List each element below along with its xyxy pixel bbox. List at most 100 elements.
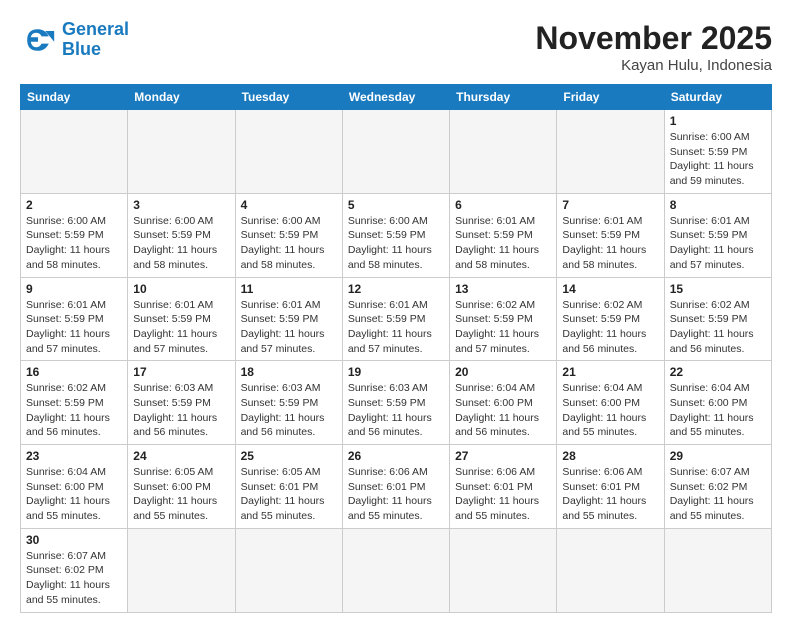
- day-cell: 28 Sunrise: 6:06 AM Sunset: 6:01 PM Dayli…: [557, 445, 664, 529]
- weekday-header-monday: Monday: [128, 85, 235, 110]
- day-info: Sunrise: 6:02 AM Sunset: 5:59 PM Dayligh…: [455, 298, 551, 357]
- logo-blue: Blue: [62, 39, 101, 59]
- day-number: 9: [26, 282, 122, 296]
- day-info: Sunrise: 6:00 AM Sunset: 5:59 PM Dayligh…: [348, 214, 444, 273]
- day-info: Sunrise: 6:00 AM Sunset: 5:59 PM Dayligh…: [241, 214, 337, 273]
- weekday-header-saturday: Saturday: [664, 85, 771, 110]
- week-row-5: 23 Sunrise: 6:04 AM Sunset: 6:00 PM Dayli…: [21, 445, 772, 529]
- day-info: Sunrise: 6:01 AM Sunset: 5:59 PM Dayligh…: [455, 214, 551, 273]
- day-cell: 19Sunrise: 6:03 AM Sunset: 5:59 PM Dayli…: [342, 361, 449, 445]
- day-cell: [342, 528, 449, 612]
- day-number: 17: [133, 365, 229, 379]
- logo-text: General Blue: [62, 20, 129, 60]
- day-cell: 26 Sunrise: 6:06 AM Sunset: 6:01 PM Dayli…: [342, 445, 449, 529]
- day-cell: 24 Sunrise: 6:05 AM Sunset: 6:00 PM Dayli…: [128, 445, 235, 529]
- day-cell: [21, 110, 128, 194]
- day-cell: 18Sunrise: 6:03 AM Sunset: 5:59 PM Dayli…: [235, 361, 342, 445]
- day-info: Sunrise: 6:04 AM Sunset: 6:00 PM Dayligh…: [670, 381, 766, 440]
- day-number: 6: [455, 198, 551, 212]
- weekday-header-friday: Friday: [557, 85, 664, 110]
- weekday-header-tuesday: Tuesday: [235, 85, 342, 110]
- day-number: 23: [26, 449, 122, 463]
- day-info: Sunrise: 6:06 AM Sunset: 6:01 PM Dayligh…: [562, 465, 658, 524]
- day-info: Sunrise: 6:01 AM Sunset: 5:59 PM Dayligh…: [562, 214, 658, 273]
- day-cell: 2 Sunrise: 6:00 AM Sunset: 5:59 PM Daylig…: [21, 193, 128, 277]
- day-number: 8: [670, 198, 766, 212]
- day-number: 1: [670, 114, 766, 128]
- day-number: 7: [562, 198, 658, 212]
- day-number: 24: [133, 449, 229, 463]
- day-number: 4: [241, 198, 337, 212]
- day-cell: [557, 528, 664, 612]
- day-info: Sunrise: 6:02 AM Sunset: 5:59 PM Dayligh…: [26, 381, 122, 440]
- week-row-3: 9 Sunrise: 6:01 AM Sunset: 5:59 PM Daylig…: [21, 277, 772, 361]
- day-number: 14: [562, 282, 658, 296]
- month-title: November 2025: [535, 20, 772, 57]
- day-info: Sunrise: 6:04 AM Sunset: 6:00 PM Dayligh…: [26, 465, 122, 524]
- day-cell: [450, 528, 557, 612]
- day-number: 3: [133, 198, 229, 212]
- day-info: Sunrise: 6:03 AM Sunset: 5:59 PM Dayligh…: [241, 381, 337, 440]
- week-row-2: 2 Sunrise: 6:00 AM Sunset: 5:59 PM Daylig…: [21, 193, 772, 277]
- day-info: Sunrise: 6:05 AM Sunset: 6:00 PM Dayligh…: [133, 465, 229, 524]
- calendar-table: SundayMondayTuesdayWednesdayThursdayFrid…: [20, 84, 772, 613]
- logo: General Blue: [20, 20, 129, 60]
- day-cell: 7 Sunrise: 6:01 AM Sunset: 5:59 PM Daylig…: [557, 193, 664, 277]
- day-cell: 21 Sunrise: 6:04 AM Sunset: 6:00 PM Dayli…: [557, 361, 664, 445]
- day-cell: 30 Sunrise: 6:07 AM Sunset: 6:02 PM Dayli…: [21, 528, 128, 612]
- day-info: Sunrise: 6:07 AM Sunset: 6:02 PM Dayligh…: [670, 465, 766, 524]
- day-info: Sunrise: 6:07 AM Sunset: 6:02 PM Dayligh…: [26, 549, 122, 608]
- logo-general: General: [62, 19, 129, 39]
- day-info: Sunrise: 6:00 AM Sunset: 5:59 PM Dayligh…: [26, 214, 122, 273]
- day-info: Sunrise: 6:01 AM Sunset: 5:59 PM Dayligh…: [241, 298, 337, 357]
- day-number: 2: [26, 198, 122, 212]
- day-cell: 23 Sunrise: 6:04 AM Sunset: 6:00 PM Dayli…: [21, 445, 128, 529]
- day-cell: 1 Sunrise: 6:00 AM Sunset: 5:59 PM Daylig…: [664, 110, 771, 194]
- day-cell: 9 Sunrise: 6:01 AM Sunset: 5:59 PM Daylig…: [21, 277, 128, 361]
- weekday-header-row: SundayMondayTuesdayWednesdayThursdayFrid…: [21, 85, 772, 110]
- day-info: Sunrise: 6:04 AM Sunset: 6:00 PM Dayligh…: [455, 381, 551, 440]
- day-number: 20: [455, 365, 551, 379]
- day-cell: [450, 110, 557, 194]
- day-info: Sunrise: 6:04 AM Sunset: 6:00 PM Dayligh…: [562, 381, 658, 440]
- day-number: 26: [348, 449, 444, 463]
- day-info: Sunrise: 6:02 AM Sunset: 5:59 PM Dayligh…: [562, 298, 658, 357]
- day-number: 28: [562, 449, 658, 463]
- day-number: 30: [26, 533, 122, 547]
- day-cell: [128, 110, 235, 194]
- day-number: 22: [670, 365, 766, 379]
- day-cell: 15Sunrise: 6:02 AM Sunset: 5:59 PM Dayli…: [664, 277, 771, 361]
- day-cell: 29Sunrise: 6:07 AM Sunset: 6:02 PM Dayli…: [664, 445, 771, 529]
- day-cell: 6 Sunrise: 6:01 AM Sunset: 5:59 PM Daylig…: [450, 193, 557, 277]
- logo-icon: [20, 22, 56, 58]
- day-info: Sunrise: 6:01 AM Sunset: 5:59 PM Dayligh…: [26, 298, 122, 357]
- day-number: 27: [455, 449, 551, 463]
- day-cell: 5 Sunrise: 6:00 AM Sunset: 5:59 PM Daylig…: [342, 193, 449, 277]
- day-number: 5: [348, 198, 444, 212]
- day-cell: 12Sunrise: 6:01 AM Sunset: 5:59 PM Dayli…: [342, 277, 449, 361]
- day-info: Sunrise: 6:00 AM Sunset: 5:59 PM Dayligh…: [670, 130, 766, 189]
- day-number: 21: [562, 365, 658, 379]
- day-number: 16: [26, 365, 122, 379]
- day-cell: 22 Sunrise: 6:04 AM Sunset: 6:00 PM Dayli…: [664, 361, 771, 445]
- day-cell: 16 Sunrise: 6:02 AM Sunset: 5:59 PM Dayli…: [21, 361, 128, 445]
- day-cell: 17Sunrise: 6:03 AM Sunset: 5:59 PM Dayli…: [128, 361, 235, 445]
- day-info: Sunrise: 6:00 AM Sunset: 5:59 PM Dayligh…: [133, 214, 229, 273]
- day-cell: 27 Sunrise: 6:06 AM Sunset: 6:01 PM Dayli…: [450, 445, 557, 529]
- day-cell: 4 Sunrise: 6:00 AM Sunset: 5:59 PM Daylig…: [235, 193, 342, 277]
- location: Kayan Hulu, Indonesia: [535, 57, 772, 74]
- day-info: Sunrise: 6:01 AM Sunset: 5:59 PM Dayligh…: [670, 214, 766, 273]
- weekday-header-thursday: Thursday: [450, 85, 557, 110]
- day-cell: 20 Sunrise: 6:04 AM Sunset: 6:00 PM Dayli…: [450, 361, 557, 445]
- day-cell: [342, 110, 449, 194]
- day-info: Sunrise: 6:01 AM Sunset: 5:59 PM Dayligh…: [133, 298, 229, 357]
- day-cell: [128, 528, 235, 612]
- day-number: 10: [133, 282, 229, 296]
- page-header: General Blue November 2025 Kayan Hulu, I…: [20, 20, 772, 74]
- day-cell: 13Sunrise: 6:02 AM Sunset: 5:59 PM Dayli…: [450, 277, 557, 361]
- day-number: 25: [241, 449, 337, 463]
- day-info: Sunrise: 6:06 AM Sunset: 6:01 PM Dayligh…: [348, 465, 444, 524]
- day-info: Sunrise: 6:06 AM Sunset: 6:01 PM Dayligh…: [455, 465, 551, 524]
- week-row-4: 16 Sunrise: 6:02 AM Sunset: 5:59 PM Dayli…: [21, 361, 772, 445]
- day-info: Sunrise: 6:02 AM Sunset: 5:59 PM Dayligh…: [670, 298, 766, 357]
